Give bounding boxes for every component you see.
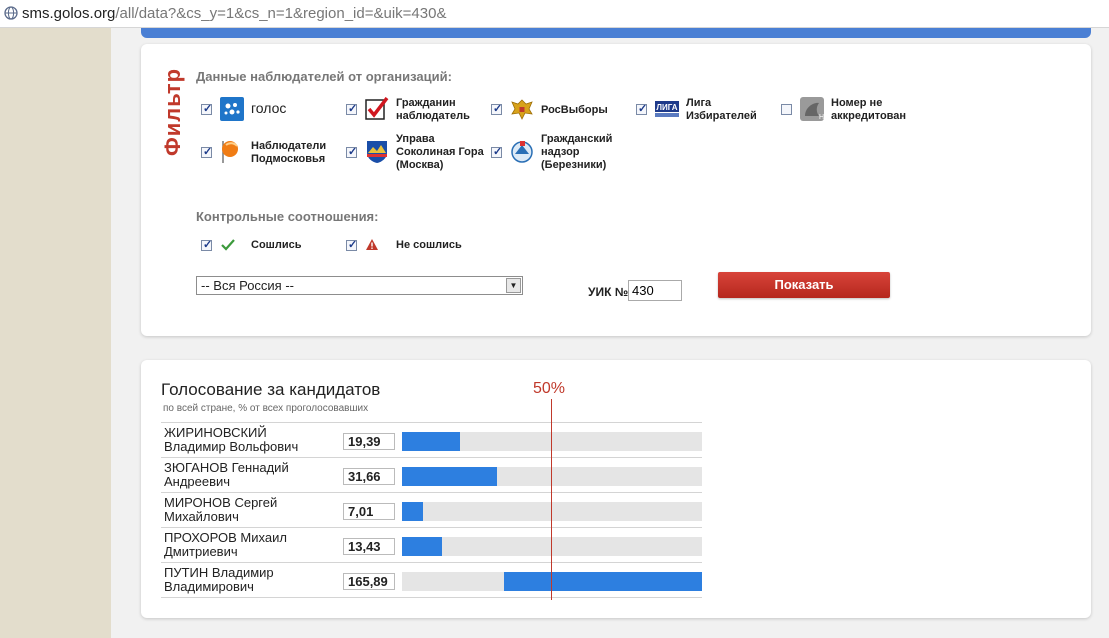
candidate-value: 31,66	[343, 468, 395, 485]
candidate-name: ЗЮГАНОВ Геннадий Андреевич	[164, 460, 289, 489]
control-label: Контрольные соотношения:	[196, 209, 379, 224]
org-label-liga-izbirateley: Лига Избирателей	[686, 97, 757, 122]
address-bar[interactable]: sms.golos.org/all/data?&cs_y=1&cs_n=1&re…	[0, 0, 1109, 28]
candidate-name: МИРОНОВ Сергей Михайлович	[164, 495, 278, 524]
org-label-nomer-ne-akkreditovan: Номер не аккредитован	[831, 97, 907, 122]
checkbox-nablyudateli-podmoskovya[interactable]: ✓	[201, 146, 212, 158]
green-check-icon	[221, 239, 235, 251]
half-marker-line	[551, 399, 552, 600]
table-bottom-border	[161, 597, 702, 599]
control-label-ne-soshlis: Не сошлись	[396, 239, 462, 251]
liga-logo-icon: ЛИГА	[655, 101, 679, 117]
not-accredited-icon: H	[800, 97, 824, 121]
red-checkmark-logo-icon	[365, 97, 389, 120]
checkbox-rosvybory[interactable]: ✓	[491, 103, 502, 115]
top-blue-bar	[141, 28, 1091, 38]
candidate-value: 13,43	[343, 538, 395, 555]
checkbox-grazhdanin-nablyudatel[interactable]: ✓	[346, 103, 357, 115]
address-url: sms.golos.org/all/data?&cs_y=1&cs_n=1&re…	[22, 5, 447, 22]
candidate-value: 7,01	[343, 503, 395, 520]
show-button[interactable]: Показать	[718, 272, 890, 298]
checkbox-ne-soshlis[interactable]: ✓	[346, 239, 357, 251]
checkbox-uprava-sokolinaya-gora[interactable]: ✓	[346, 146, 357, 158]
svg-text:H: H	[819, 114, 824, 121]
org-label-rosvybory: РосВыборы	[541, 104, 608, 116]
checkbox-grazhdanskiy-nadzor[interactable]: ✓	[491, 146, 502, 158]
warning-icon	[366, 239, 378, 250]
candidate-bar-fill	[402, 467, 497, 486]
candidate-name: ПУТИН Владимир Владимирович	[164, 565, 274, 594]
left-sidebar	[0, 28, 111, 638]
region-select-value: -- Вся Россия --	[201, 278, 294, 293]
voting-subtitle: по всей стране, % от всех проголосовавши…	[163, 403, 369, 414]
org-label-nablyudateli-podmoskovya: Наблюдатели Подмосковья	[251, 140, 327, 165]
region-select[interactable]: -- Вся Россия -- ▼	[196, 276, 523, 295]
checkbox-golos[interactable]: ✓	[201, 103, 212, 115]
berezniki-emblem-icon	[511, 141, 533, 163]
candidate-bar-fill	[402, 502, 423, 521]
org-label-uprava-sokolinaya-gora: Управа Соколиная Гора (Москва)	[396, 133, 484, 171]
org-label-grazhdanin-nablyudatel: Гражданин наблюдатель	[396, 97, 470, 122]
voting-title: Голосование за кандидатов	[161, 380, 381, 399]
candidate-value: 19,39	[343, 433, 395, 450]
sokolinaya-gora-emblem-icon	[367, 141, 387, 163]
candidate-bar-track	[402, 502, 702, 521]
candidate-bar-track	[402, 572, 702, 591]
candidate-name: ЖИРИНОВСКИЙ Владимир Вольфович	[164, 425, 299, 454]
uik-label: УИК №	[588, 285, 629, 299]
orgs-label: Данные наблюдателей от организаций:	[196, 69, 452, 84]
half-marker-label: 50%	[533, 380, 566, 397]
checkbox-liga-izbirateley[interactable]: ✓	[636, 103, 647, 115]
org-label-grazhdanskiy-nadzor: Гражданский надзор (Березники)	[541, 133, 613, 171]
russian-eagle-emblem-icon	[511, 99, 533, 120]
candidate-bar-track	[402, 467, 702, 486]
candidate-row: МИРОНОВ Сергей Михайлович 7,01	[161, 492, 702, 528]
candidate-bar-fill	[402, 537, 442, 556]
checkbox-soshlis[interactable]: ✓	[201, 239, 212, 251]
candidate-bar-fill	[402, 432, 460, 451]
svg-text:ЛИГА: ЛИГА	[656, 103, 677, 112]
candidate-row: ПУТИН Владимир Владимирович 165,89	[161, 562, 702, 598]
candidate-row: ПРОХОРОВ Михаил Дмитриевич 13,43	[161, 527, 702, 563]
uik-input[interactable]	[628, 280, 682, 301]
candidate-name: ПРОХОРОВ Михаил Дмитриевич	[164, 530, 287, 559]
golos-logo-icon	[220, 97, 244, 121]
candidate-bar-track	[402, 432, 702, 451]
candidate-bar-fill	[504, 572, 702, 591]
candidate-row: ЗЮГАНОВ Геннадий Андреевич 31,66	[161, 457, 702, 493]
filter-title: Фильтр	[160, 67, 185, 157]
checkbox-nomer-ne-akkreditovan[interactable]	[781, 104, 792, 115]
globe-icon	[4, 6, 18, 20]
chevron-down-icon[interactable]: ▼	[506, 278, 521, 293]
candidate-row: ЖИРИНОВСКИЙ Владимир Вольфович 19,39	[161, 422, 702, 458]
control-label-soshlis: Сошлись	[251, 239, 302, 251]
org-label-golos: голос	[251, 100, 287, 116]
candidate-value: 165,89	[343, 573, 395, 590]
orange-flag-icon	[222, 141, 238, 163]
candidate-bar-track	[402, 537, 702, 556]
